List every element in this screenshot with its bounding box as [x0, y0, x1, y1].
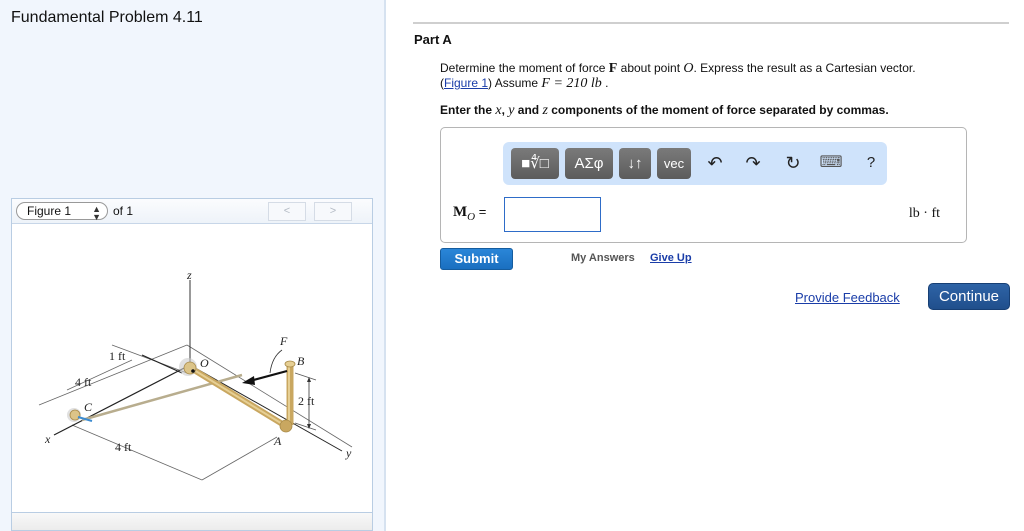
greek-symbols-button[interactable]: ΑΣφ: [565, 148, 613, 179]
equals-sign: =: [475, 204, 487, 219]
submit-button[interactable]: Submit: [440, 248, 513, 270]
question-text: Determine the moment of force F about po…: [440, 61, 916, 91]
figure-link[interactable]: Figure 1: [444, 76, 488, 90]
templates-button[interactable]: ■∜□: [511, 148, 559, 179]
label-O: O: [200, 356, 209, 370]
label-1ft: 1 ft: [109, 349, 126, 363]
label-C: C: [84, 400, 93, 414]
math-toolbar: ■∜□ ΑΣφ ↓↑ vec ↶ ↷ ↻ ⌨ ?: [503, 142, 887, 185]
vector-button[interactable]: vec: [657, 148, 691, 179]
support-C: [69, 409, 81, 421]
moment-subscript: O: [467, 211, 476, 223]
divider: [413, 22, 1009, 24]
figure-count: of 1: [113, 204, 134, 218]
assume-post: .: [601, 76, 609, 90]
give-up-link[interactable]: Give Up: [650, 252, 692, 264]
provide-feedback-link[interactable]: Provide Feedback: [795, 290, 900, 305]
force-arrow: [249, 369, 288, 383]
instruction-and: and: [514, 103, 543, 117]
next-figure-button[interactable]: >: [314, 202, 352, 221]
select-arrows-icon: ▲ ▼: [92, 204, 101, 222]
figure-footer: [12, 512, 372, 530]
label-2ft: 2 ft: [298, 394, 315, 408]
point-symbol: O: [683, 61, 694, 76]
redo-icon[interactable]: ↷: [741, 150, 765, 176]
label-A: A: [273, 434, 282, 448]
question-post: . Express the result as a Cartesian vect…: [693, 61, 916, 75]
label-z: z: [186, 268, 192, 282]
left-panel: Fundamental Problem 4.11 Figure 1 ▲ ▼ of …: [0, 0, 386, 531]
help-icon[interactable]: ?: [859, 150, 883, 176]
continue-button[interactable]: Continue: [928, 283, 1010, 310]
label-4ft-y: 4 ft: [115, 440, 132, 454]
arrows-button[interactable]: ↓↑: [619, 148, 651, 179]
label-y: y: [345, 446, 352, 460]
moment-answer-input[interactable]: [504, 197, 601, 232]
figure-toolbar: Figure 1 ▲ ▼ of 1 < >: [12, 199, 372, 224]
label-x: x: [44, 432, 51, 446]
figure-diagram: z x y O A B C F 1 ft 4 ft 4 ft 2 ft: [38, 268, 353, 481]
my-answers-link[interactable]: My Answers: [571, 252, 635, 264]
assume-value: F = 210 lb: [541, 76, 602, 91]
undo-icon[interactable]: ↶: [703, 150, 727, 176]
answer-box: ■∜□ ΑΣφ ↓↑ vec ↶ ↷ ↻ ⌨ ? MO = lb · ft: [440, 127, 967, 243]
y-axis: [189, 364, 343, 452]
figure-select-value: Figure 1: [27, 204, 72, 218]
moment-symbol: M: [453, 204, 468, 220]
question-pre: Determine the moment of force: [440, 61, 609, 75]
problem-title: Fundamental Problem 4.11: [11, 9, 203, 26]
reset-icon[interactable]: ↻: [781, 150, 805, 176]
figure-panel: Figure 1 ▲ ▼ of 1 < > z x y O A B C F 1 …: [11, 198, 373, 531]
label-F: F: [279, 334, 288, 348]
assume-pre: ) Assume: [488, 76, 542, 90]
keyboard-icon[interactable]: ⌨: [819, 150, 843, 176]
instruction-pre: Enter the: [440, 103, 496, 117]
question-mid: about point: [617, 61, 684, 75]
right-panel: Part A Determine the moment of force F a…: [388, 0, 1024, 531]
moment-label: MO =: [453, 204, 486, 223]
label-4ft-x: 4 ft: [75, 375, 92, 389]
instruction-post: components of the moment of force separa…: [547, 103, 889, 117]
figure-select[interactable]: Figure 1 ▲ ▼: [16, 202, 108, 222]
unit-label: lb · ft: [908, 206, 940, 221]
instruction-text: Enter the x, y and z components of the m…: [440, 103, 889, 119]
prev-figure-button[interactable]: <: [268, 202, 306, 221]
label-B: B: [297, 354, 305, 368]
part-title: Part A: [414, 32, 452, 47]
